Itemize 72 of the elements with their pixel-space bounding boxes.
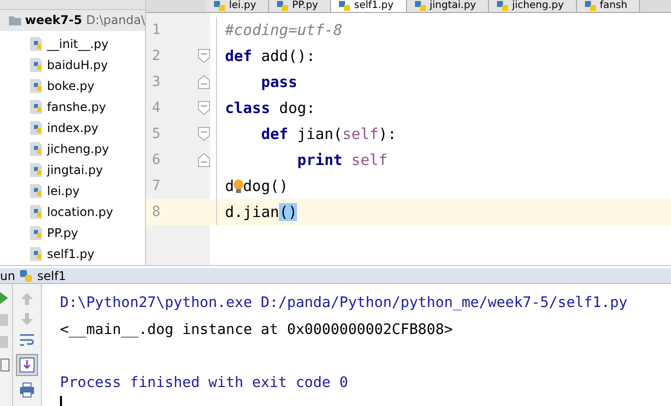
python-file-icon	[29, 78, 45, 94]
file-item[interactable]: jicheng.py	[29, 138, 145, 160]
scroll-to-end-icon[interactable]	[16, 354, 38, 376]
editor-tab[interactable]: PP.py	[269, 0, 332, 12]
run-config-tab[interactable]: self1	[37, 268, 66, 282]
code-line: d.jian()	[224, 203, 298, 221]
run-icon[interactable]	[0, 292, 8, 304]
fold-marker-icon[interactable]	[198, 153, 210, 167]
python-file-icon	[29, 36, 45, 52]
editor-tab[interactable]: jingtai.py	[406, 0, 490, 12]
python-file-icon	[29, 225, 45, 242]
fold-marker-icon[interactable]	[198, 101, 210, 115]
python-file-icon	[497, 1, 510, 11]
code-line: class dog:	[224, 99, 316, 117]
code-line: def add():	[224, 47, 316, 65]
line-number: 8	[151, 204, 162, 220]
editor-tab[interactable]: lei.py	[206, 0, 270, 12]
python-file-icon	[29, 98, 45, 115]
python-file-icon	[29, 56, 45, 73]
line-number: 4	[151, 100, 162, 116]
python-file-icon	[29, 246, 45, 262]
down-arrow-icon[interactable]	[20, 312, 34, 326]
python-file-icon	[584, 1, 597, 11]
code-line: pass	[260, 73, 298, 91]
file-item[interactable]: fanshe.py	[29, 96, 145, 118]
layout-icon[interactable]	[0, 358, 10, 372]
project-root-path: D:\panda\	[86, 13, 145, 28]
line-number: 1	[151, 22, 162, 38]
code-line: #coding=utf-8	[224, 21, 342, 39]
file-item[interactable]: PP.py	[29, 222, 145, 244]
line-number: 5	[151, 126, 162, 142]
run-panel-label: un	[0, 268, 16, 282]
line-number: 3	[151, 74, 162, 90]
file-item[interactable]: location.py	[29, 202, 145, 223]
code-line: def jian(self):	[260, 125, 397, 143]
file-item[interactable]: lei.py	[29, 180, 145, 202]
python-icon	[19, 268, 34, 282]
python-file-icon	[29, 204, 45, 220]
file-item[interactable]: baiduH.py	[29, 54, 145, 76]
project-root-name[interactable]: week7-5	[25, 13, 82, 28]
fold-marker-icon[interactable]	[198, 75, 210, 89]
up-arrow-icon[interactable]	[20, 292, 34, 306]
fold-marker-icon[interactable]	[198, 49, 210, 63]
file-item[interactable]: __init__.py	[29, 32, 145, 54]
python-file-icon	[29, 140, 45, 157]
python-file-icon	[29, 162, 45, 178]
console-line: D:\Python27\python.exe D:/panda/Python/python_me/week7-5/self1.py	[60, 294, 628, 313]
folder-icon	[9, 14, 22, 27]
python-file-icon	[29, 120, 45, 136]
console-line: Process finished with exit code 0	[60, 374, 350, 392]
print-icon[interactable]	[19, 382, 35, 398]
file-item[interactable]: jingtai.py	[29, 160, 145, 181]
editor-tab[interactable]: fansh	[576, 0, 640, 12]
soft-wrap-icon[interactable]	[19, 332, 35, 348]
code-line: print self	[296, 151, 388, 169]
editor-tab[interactable]: jicheng.py	[489, 0, 577, 12]
file-item[interactable]: boke.py	[29, 75, 145, 96]
lightbulb-icon[interactable]	[233, 178, 244, 194]
python-file-icon	[214, 1, 226, 11]
fold-marker-icon[interactable]	[198, 127, 210, 141]
console-line: <__main__.dog instance at 0x0000000002CFB808>	[60, 320, 454, 340]
python-file-icon	[29, 183, 45, 200]
python-file-icon	[339, 1, 352, 11]
line-number: 7	[151, 178, 162, 194]
editor-tab[interactable]: self1.py	[331, 0, 407, 12]
line-number: 6	[151, 152, 162, 168]
line-number: 2	[151, 48, 162, 64]
file-item[interactable]: self1.py	[29, 244, 145, 265]
python-file-icon	[414, 1, 427, 11]
file-item[interactable]: index.py	[29, 117, 145, 138]
code-line: d dog()	[224, 177, 288, 195]
python-file-icon	[277, 1, 290, 11]
